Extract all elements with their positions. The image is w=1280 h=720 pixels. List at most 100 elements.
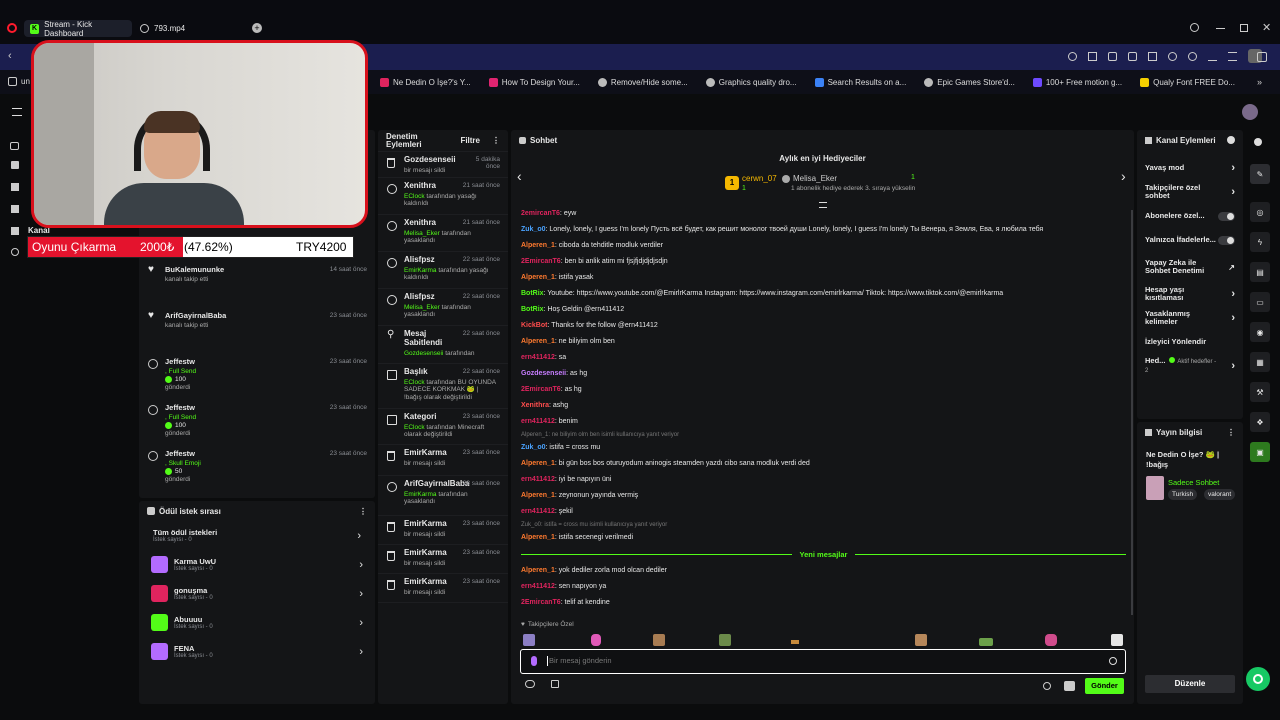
back-icon[interactable]: ‹ <box>8 50 12 62</box>
channel-action-item[interactable]: Yavaş mod › <box>1137 156 1243 180</box>
mod-action-item[interactable]: EmirKarma 23 saat önce bir mesajı sildi <box>378 574 508 603</box>
edit-button[interactable]: Düzenle <box>1145 675 1235 693</box>
channel-action-item[interactable]: Hesap yaşı kısıtlaması › <box>1137 282 1243 306</box>
chat-message[interactable]: BotRix: Hoş Geldin @ern411412 <box>521 302 1126 318</box>
send-button[interactable]: Gönder <box>1085 678 1124 694</box>
emote-icon[interactable] <box>719 634 731 646</box>
activity-item[interactable]: ♥ BuKalemununke 14 saat önce kanalı takip e… <box>139 261 375 307</box>
chat-input-box[interactable]: Bir mesaj gönderin <box>520 649 1126 674</box>
chat-username[interactable]: Alperen_1 <box>521 492 555 499</box>
toggle-switch[interactable] <box>1217 235 1235 245</box>
chat-message[interactable]: Alperen_1: istifa secenegi verilmedi <box>521 530 1126 546</box>
tag-chip[interactable]: valorant <box>1204 489 1236 500</box>
reply-context[interactable]: Zuk_o0: istifa = cross mu isimli kullanı… <box>521 520 1126 530</box>
chat-message[interactable]: ern411412: sen napıyon ya <box>521 579 1126 595</box>
chat-message[interactable]: ern411412: sa <box>521 350 1126 366</box>
emote-icon[interactable] <box>591 634 601 646</box>
pencil-tool-icon[interactable]: ✎ <box>1250 164 1270 184</box>
chat-username[interactable]: 2EmircanT6 <box>521 258 561 265</box>
chat-message[interactable]: Xenithra: ashg <box>521 398 1126 414</box>
emote-icon[interactable] <box>1111 634 1123 646</box>
extensions-icon[interactable] <box>1257 52 1267 62</box>
mod-action-item[interactable]: EmirKarma 23 saat önce bir mesajı sildi <box>378 545 508 574</box>
chat-scrollbar[interactable] <box>1131 210 1133 615</box>
target-icon[interactable]: ◎ <box>1250 202 1270 222</box>
chat-message[interactable]: 2EmircanT6: telif at kendine <box>521 595 1126 611</box>
bookmark-item[interactable]: How To Design Your... <box>488 77 580 87</box>
search-icon[interactable] <box>1068 52 1077 61</box>
mod-actor[interactable]: Melisa_Eker <box>404 304 440 311</box>
chat-input[interactable]: Bir mesaj gönderin <box>549 656 612 665</box>
mod-action-item[interactable]: ArifGayirnalBaba 23 saat önce EmirKarma ta… <box>378 476 508 516</box>
mod-actor[interactable]: Gozdesenseii <box>404 350 443 357</box>
chat-message[interactable]: BotRix: Youtube: https://www.youtube.com… <box>521 286 1126 302</box>
reward-item[interactable]: gonuşma İstek sayısı - 0 › <box>139 579 375 608</box>
bookmark-item[interactable]: Remove/Hide some... <box>597 77 688 87</box>
emoji-icon[interactable] <box>1109 657 1117 665</box>
tag-chip[interactable]: Turkish <box>1168 489 1198 500</box>
nav-icon-tv[interactable] <box>11 161 19 169</box>
edit-icon[interactable] <box>1108 52 1117 61</box>
chat-username[interactable]: Alperen_1 <box>521 274 555 281</box>
mod-action-item[interactable]: ⚲ Mesaj Sabitlendi 22 saat önce Gozdesensei… <box>378 326 508 364</box>
support-chat-icon[interactable] <box>1246 667 1270 691</box>
chat-message[interactable]: Alperen_1: bi gün bos bos oturuyodum ani… <box>521 456 1126 472</box>
chat-message[interactable]: Zuk_o0: istifa = cross mu <box>521 440 1126 456</box>
second-gifter-name[interactable]: Melisa_Eker <box>793 174 837 183</box>
emote-icon[interactable] <box>653 634 665 646</box>
emote-icon[interactable] <box>979 638 993 646</box>
cube-icon[interactable] <box>1148 52 1157 61</box>
bookmark-folder[interactable]: un <box>8 77 30 86</box>
mod-action-item[interactable]: Xenithra 21 saat önce EClock tarafından ya… <box>378 178 508 215</box>
chat-username[interactable]: Alperen_1 <box>521 242 555 249</box>
chat-username[interactable]: BotRix <box>521 306 544 313</box>
chat-username[interactable]: ern411412 <box>521 418 555 425</box>
chat-message[interactable]: KickBot: Thanks for the follow @ern41141… <box>521 318 1126 334</box>
gifters-prev-icon[interactable]: ‹ <box>517 168 522 184</box>
user-avatar[interactable] <box>1242 104 1258 120</box>
chat-username[interactable]: Alperen_1 <box>521 460 555 467</box>
mod-actor[interactable]: Melisa_Eker <box>404 230 440 237</box>
chat-message[interactable]: 2emircanT6: eyw <box>521 206 1126 222</box>
calendar-icon[interactable] <box>551 680 559 688</box>
activity-item[interactable]: ♥ ArifGayirnalBaba 23 saat önce kanalı taki… <box>139 307 375 353</box>
table-icon[interactable]: ▦ <box>1250 352 1270 372</box>
chat-username[interactable]: Xenithra <box>521 402 549 409</box>
chat-settings-icon[interactable] <box>1043 682 1051 690</box>
bookmark-item[interactable]: 100+ Free motion g... <box>1032 77 1122 87</box>
plugin-icon[interactable]: ▣ <box>1250 442 1270 462</box>
mod-action-item[interactable]: EmirKarma 23 saat önce bir mesajı sildi <box>378 516 508 545</box>
nav-icon-home[interactable] <box>11 227 19 235</box>
heart-icon[interactable] <box>1188 52 1197 61</box>
gifters-next-icon[interactable]: › <box>1121 168 1126 184</box>
chat-username[interactable]: Alperen_1 <box>521 338 555 345</box>
chat-username[interactable]: ern411412 <box>521 583 555 590</box>
close-window-icon[interactable]: ✕ <box>1262 21 1271 34</box>
chat-username[interactable]: Alperen_1 <box>521 567 555 574</box>
chat-username[interactable]: Zuk_o0 <box>521 444 546 451</box>
bookmark-item[interactable]: Qualy Font FREE Do... <box>1140 77 1235 87</box>
channel-action-item[interactable]: Takipçilere özel sohbet › <box>1137 180 1243 204</box>
bookmark-item[interactable]: Search Results on a... <box>814 77 906 87</box>
chat-message[interactable]: Alperen_1: zeynonun yayında vermiş <box>521 488 1126 504</box>
download-icon[interactable] <box>1208 52 1217 61</box>
mod-action-item[interactable]: EmirKarma 23 saat önce bir mesajı sildi <box>378 445 508 476</box>
info-icon[interactable] <box>1252 136 1264 148</box>
chat-message[interactable]: 2EmircanT6: ben bi anlik atim mi fjsjfjd… <box>521 254 1126 270</box>
category-thumbnail[interactable] <box>1146 476 1164 500</box>
nav-icon-gift[interactable] <box>11 183 19 191</box>
chat-username[interactable]: ern411412 <box>521 508 555 515</box>
bookmark-item[interactable]: Graphics quality dro... <box>705 77 797 87</box>
lightning-icon[interactable]: ϟ <box>1250 232 1270 252</box>
nav-icon-settings[interactable] <box>11 248 19 256</box>
chat-username[interactable]: Zuk_o0 <box>521 226 546 233</box>
activity-item[interactable]: Jeffestw 23 saat önce, Full Send 100 gönder… <box>139 399 375 445</box>
chat-bot-icon[interactable] <box>1064 681 1075 691</box>
mic-icon[interactable] <box>531 656 537 666</box>
emote-icon[interactable] <box>791 640 799 644</box>
reward-item[interactable]: FENA İstek sayısı - 0 › <box>139 637 375 666</box>
chat-message[interactable]: Gozdesenseii: as hg <box>521 366 1126 382</box>
toggle-switch[interactable] <box>1217 211 1235 221</box>
share-icon[interactable] <box>1088 52 1097 61</box>
search-tabs-icon[interactable] <box>1190 23 1199 32</box>
